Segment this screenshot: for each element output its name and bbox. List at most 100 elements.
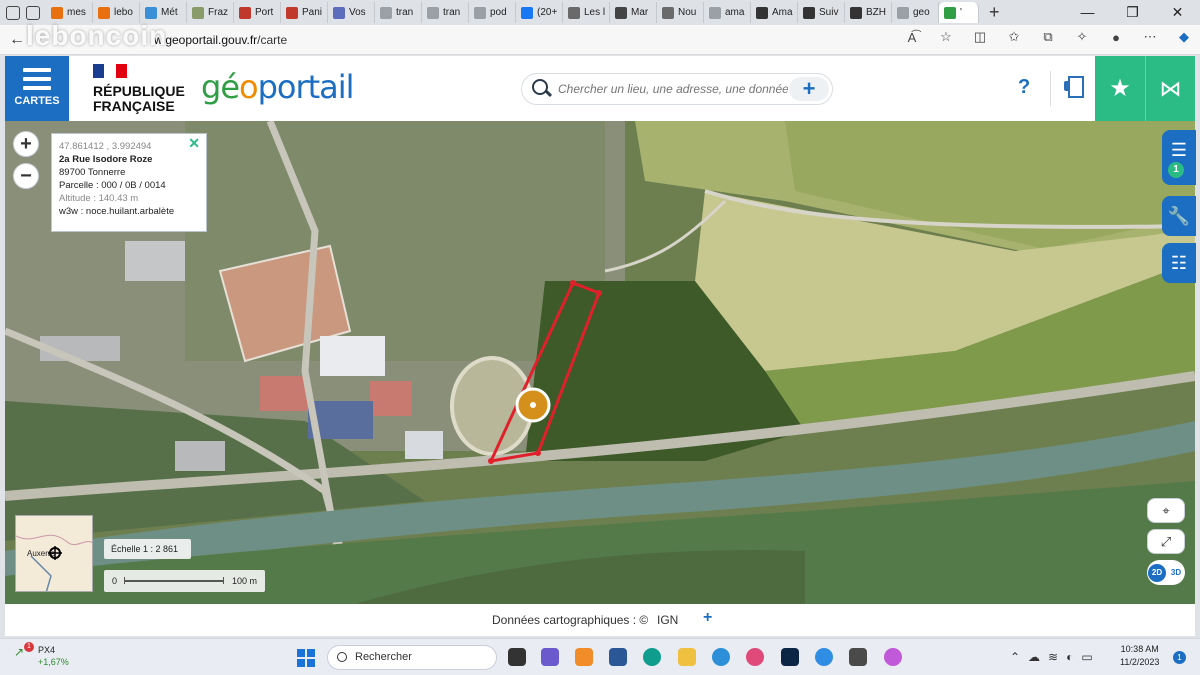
minimap-label: Auxerre [27,549,56,558]
file-explorer-icon[interactable] [678,648,696,666]
tab-label: (20+ [537,7,558,18]
new-tab-button[interactable]: + [979,2,1010,23]
rf-line2: FRANÇAISE [93,98,175,114]
map-canvas[interactable]: + − 47.861412 , 3.992494 2a Rue Isodore … [5,121,1195,604]
url-field[interactable]: w.geoportail.gouv.fr/carte [154,33,287,47]
system-clock[interactable]: 10:38 AM 11/2/2023 [1120,643,1159,669]
scale-line [124,577,224,584]
favorite-star-icon[interactable]: ☆ [936,29,956,45]
vlc-icon[interactable] [575,648,593,666]
browser-tab[interactable]: tran [375,2,422,23]
store-icon[interactable] [609,648,627,666]
tab-favicon-icon [98,6,110,19]
headset-app-icon[interactable] [746,648,764,666]
geolocate-button[interactable]: ⌖ [1147,498,1185,523]
browser-tab[interactable]: BZH [845,2,892,23]
start-button[interactable] [297,649,315,667]
photoshop-icon[interactable] [781,648,799,666]
browser-tab[interactable]: Mar [610,2,657,23]
task-view-icon[interactable] [508,648,526,666]
workspaces-icon[interactable] [6,5,20,20]
view-3d-button[interactable]: 3D [1168,568,1184,577]
ign-credit[interactable]: IGN [657,613,678,627]
system-tray-icons[interactable]: ⌃☁≋◐▭ [1010,650,1101,664]
tab-label: mes [67,7,86,18]
popup-city: 89700 Tonnerre [59,167,126,178]
maximize-icon[interactable]: ❐ [1110,0,1155,25]
app-icon-blue[interactable] [712,648,730,666]
stock-badge: 1 [24,642,34,652]
advanced-search-button[interactable]: + [789,77,829,101]
taskbar-search[interactable]: Rechercher [327,645,497,670]
calculator-icon[interactable] [849,648,867,666]
layer-count-badge: 1 [1168,162,1184,178]
browser-tab[interactable]: Port [234,2,281,23]
view-mode-toggle: 2D 3D [1147,560,1185,585]
zoom-out-button[interactable]: − [13,163,39,189]
share-button[interactable]: ⋈ [1145,56,1195,121]
copilot-icon[interactable]: ◆ [1174,29,1194,45]
tab-favicon-icon [615,6,627,19]
tab-favicon-icon [239,6,251,19]
notification-badge[interactable]: 1 [1173,651,1186,664]
collections-icon[interactable]: ⧉ [1038,29,1058,45]
search-input[interactable] [558,82,788,96]
browser-tab[interactable]: ama [704,2,751,23]
browser-tab[interactable]: ' [939,2,979,23]
tools-button[interactable]: 🔧 [1162,196,1196,236]
favorite-star-button[interactable]: ★ [1095,56,1145,121]
teams-chat-icon[interactable] [541,648,559,666]
location-popup: 47.861412 , 3.992494 2a Rue Isodore Roze… [51,133,207,232]
profile-avatar-icon[interactable]: ● [1106,30,1126,45]
browser-tab[interactable]: Fraz [187,2,234,23]
browser-tab[interactable]: (20+ [516,2,563,23]
browser-tab[interactable]: Pani [281,2,328,23]
favorites-icon[interactable]: ✩ [1004,29,1024,45]
split-screen-icon[interactable]: ◫ [970,29,990,45]
help-button[interactable]: ? [1018,76,1030,99]
tab-label: pod [490,7,507,18]
geoportail-logo[interactable]: géoportail [201,68,355,106]
zoom-in-button[interactable]: + [13,131,39,157]
fullscreen-button[interactable]: ⤢ [1147,529,1185,554]
tab-label: Pani [302,7,323,18]
window-controls: — ❐ ✕ [1065,0,1200,25]
more-options-icon[interactable]: ⋯ [1140,29,1160,45]
browser-tab[interactable]: Les l [563,2,610,23]
tab-label: ' [960,7,962,18]
edge-icon[interactable] [643,648,661,666]
browser-tab[interactable]: pod [469,2,516,23]
browser-system-icons [0,5,46,20]
rf-line1: RÉPUBLIQUE [93,83,185,99]
tab-favicon-icon [803,6,815,19]
tab-favicon-icon [944,6,956,19]
read-aloud-icon[interactable]: A͡ [902,30,922,45]
extensions-icon[interactable]: ✧ [1072,29,1092,45]
view-2d-button[interactable]: 2D [1148,563,1166,582]
browser-tab[interactable]: Ama [751,2,798,23]
overview-minimap[interactable]: Auxerre [15,515,93,592]
popup-close-icon[interactable]: ✕ [188,136,200,150]
url-host: w.geoportail.gouv.fr [154,32,258,47]
app-icon-purple[interactable] [884,648,902,666]
stock-widget[interactable]: ↗ 1 PX4 +1,67% [14,642,69,668]
browser-tab[interactable]: Suiv [798,2,845,23]
browser-tab[interactable]: Nou [657,2,704,23]
stock-change: +1,67% [38,657,69,667]
app-icon-azure[interactable] [815,648,833,666]
search-icon[interactable] [530,78,552,100]
tab-favicon-icon [474,6,486,19]
browser-tab[interactable]: Vos [328,2,375,23]
close-window-icon[interactable]: ✕ [1155,0,1200,25]
browser-tab[interactable]: tran [422,2,469,23]
cartes-menu-button[interactable]: CARTES [5,56,69,121]
browser-tab[interactable]: geo [892,2,939,23]
tab-favicon-icon [333,6,345,19]
legend-list-button[interactable]: ☷ [1162,243,1196,283]
more-credits-button[interactable]: + [703,609,712,627]
stock-name: PX4 [38,645,56,655]
print-icon[interactable] [1063,75,1085,98]
minimize-icon[interactable]: — [1065,0,1110,25]
tab-favicon-icon [568,6,580,19]
tab-actions-icon[interactable] [26,5,40,20]
